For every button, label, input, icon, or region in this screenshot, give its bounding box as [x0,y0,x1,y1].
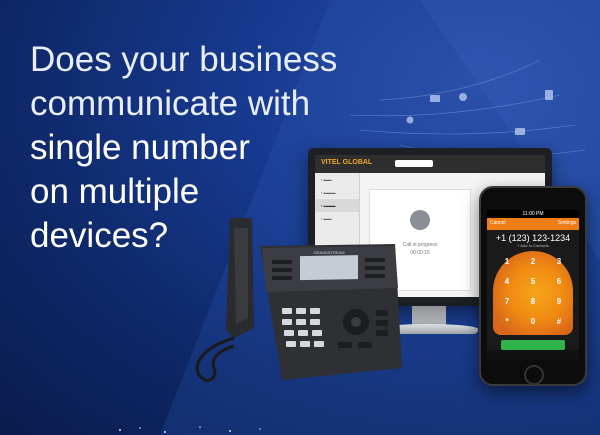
sidebar-item: ▪ ▬▬ [321,177,332,182]
mobile-status-bar: 11:00 PM [487,210,579,218]
app-top-bar: VITEL GLOBAL [315,155,545,173]
key-3[interactable]: 3 [549,257,569,266]
app-logo: VITEL GLOBAL [321,159,373,166]
headline-line-1: Does your business [30,40,338,79]
dial-keypad: 1 2 3 4 5 6 7 8 9 * 0 # [493,251,573,335]
headline-line-2: communicate with [30,84,311,123]
sidebar-item: ▪ ▬▬▬ [321,190,336,195]
caller-avatar-icon [410,210,430,230]
headline-line-3: single number [30,128,250,167]
dialed-number: +1 (123) 123-1234 [495,233,571,243]
app-search-input [395,160,433,167]
add-to-contacts-link[interactable]: + Add to Contacts [487,243,579,248]
key-0[interactable]: 0 [523,317,543,326]
mobile-phone: 11:00 PM Cancel Settings +1 (123) 123-12… [479,186,587,386]
mobile-dialer-screen: 11:00 PM Cancel Settings +1 (123) 123-12… [487,210,579,360]
key-hash[interactable]: # [549,317,569,326]
key-9[interactable]: 9 [549,297,569,306]
headline-line-4: on multiple [30,172,200,211]
call-button[interactable] [501,340,565,350]
key-4[interactable]: 4 [497,277,517,286]
deskphone-brand: GRANDSTREAM [313,250,344,255]
home-button-icon [524,365,544,385]
mobile-header: Cancel Settings [487,218,579,230]
desk-ip-phone: GRANDSTREAM [195,218,402,382]
key-1[interactable]: 1 [497,257,517,266]
mobile-tab-bar [487,350,579,360]
cancel-button[interactable]: Cancel [490,220,506,226]
key-7[interactable]: 7 [497,297,517,306]
key-8[interactable]: 8 [523,297,543,306]
key-5[interactable]: 5 [523,277,543,286]
monitor-stand [412,306,446,326]
settings-button[interactable]: Settings [558,220,576,226]
key-6[interactable]: 6 [549,277,569,286]
key-2[interactable]: 2 [523,257,543,266]
key-star[interactable]: * [497,317,517,326]
sidebar-item-active: ▪ ▬▬▬ [315,199,359,212]
promo-banner: Does your business communicate with sing… [0,0,600,435]
